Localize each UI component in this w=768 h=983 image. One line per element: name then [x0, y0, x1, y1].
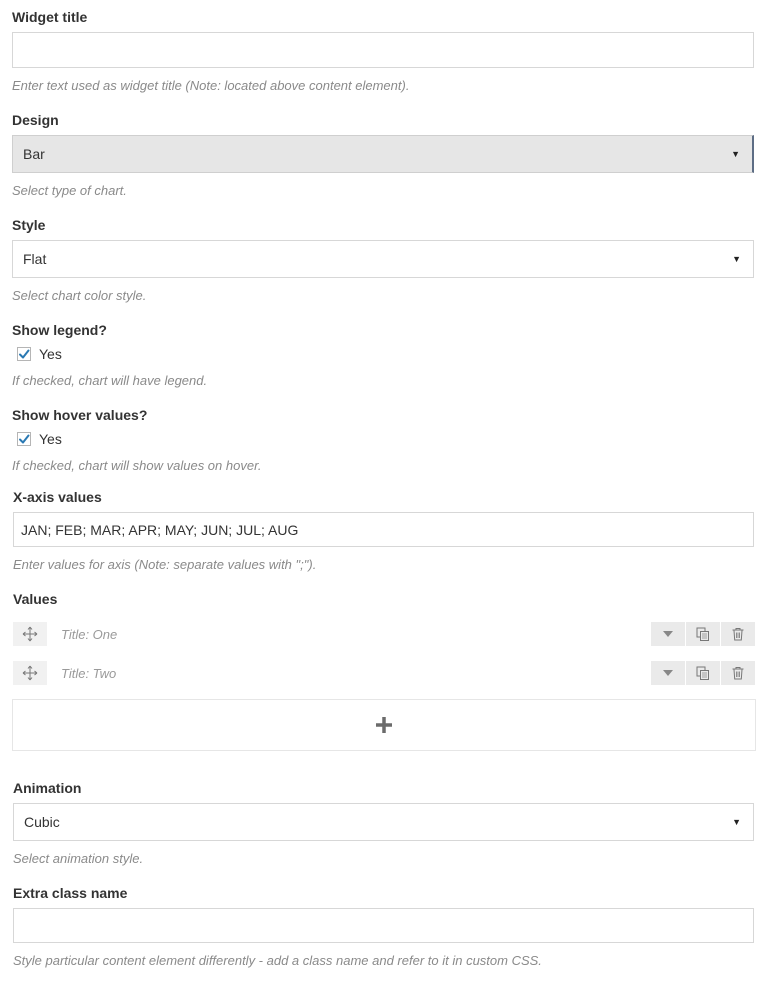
param-group-item[interactable]: Title: Two [13, 661, 755, 685]
x-axis-input[interactable]: JAN; FEB; MAR; APR; MAY; JUN; JUL; AUG [13, 512, 754, 547]
param-group-title[interactable]: Title: One [61, 627, 650, 642]
widget-title-input[interactable] [12, 32, 754, 68]
show-hover-option[interactable]: Yes [17, 431, 62, 447]
show-hover-option-label: Yes [39, 431, 62, 447]
design-label: Design [12, 112, 59, 128]
extra-class-input[interactable] [13, 908, 754, 943]
style-help: Select chart color style. [12, 288, 147, 303]
show-legend-option-label: Yes [39, 346, 62, 362]
animation-label: Animation [13, 780, 82, 796]
design-select[interactable]: Bar ▼ [12, 135, 754, 173]
checkmark-icon [19, 349, 30, 359]
show-legend-label: Show legend? [12, 322, 107, 338]
trash-icon[interactable] [721, 661, 755, 685]
move-arrows-icon[interactable] [13, 661, 47, 685]
show-legend-help: If checked, chart will have legend. [12, 373, 208, 388]
show-hover-checkbox[interactable] [17, 432, 31, 446]
animation-select[interactable]: Cubic ▼ [13, 803, 754, 841]
triangle-down-icon[interactable] [651, 622, 685, 646]
copy-icon[interactable] [686, 661, 720, 685]
show-hover-label: Show hover values? [12, 407, 148, 423]
trash-icon[interactable] [721, 622, 755, 646]
param-group-item[interactable]: Title: One [13, 622, 755, 646]
checkmark-icon [19, 434, 30, 444]
widget-title-label: Widget title [12, 9, 88, 25]
widget-title-help: Enter text used as widget title (Note: l… [12, 78, 410, 93]
show-legend-checkbox[interactable] [17, 347, 31, 361]
extra-class-label: Extra class name [13, 885, 128, 901]
caret-down-icon: ▼ [732, 817, 741, 827]
show-hover-help: If checked, chart will show values on ho… [12, 458, 262, 473]
animation-selected-value: Cubic [24, 814, 60, 830]
x-axis-label: X-axis values [13, 489, 102, 505]
plus-icon [376, 717, 392, 733]
param-group-title[interactable]: Title: Two [61, 666, 650, 681]
extra-class-help: Style particular content element differe… [13, 953, 542, 968]
triangle-down-icon[interactable] [651, 661, 685, 685]
design-help: Select type of chart. [12, 183, 127, 198]
copy-icon[interactable] [686, 622, 720, 646]
values-label: Values [13, 591, 58, 607]
add-value-button[interactable] [12, 699, 756, 751]
move-arrows-icon[interactable] [13, 622, 47, 646]
style-select[interactable]: Flat ▼ [12, 240, 754, 278]
style-label: Style [12, 217, 46, 233]
caret-down-icon: ▼ [731, 149, 740, 159]
style-selected-value: Flat [23, 251, 47, 267]
design-selected-value: Bar [23, 146, 45, 162]
show-legend-option[interactable]: Yes [17, 346, 62, 362]
caret-down-icon: ▼ [732, 254, 741, 264]
animation-help: Select animation style. [13, 851, 144, 866]
x-axis-help: Enter values for axis (Note: separate va… [13, 557, 317, 572]
